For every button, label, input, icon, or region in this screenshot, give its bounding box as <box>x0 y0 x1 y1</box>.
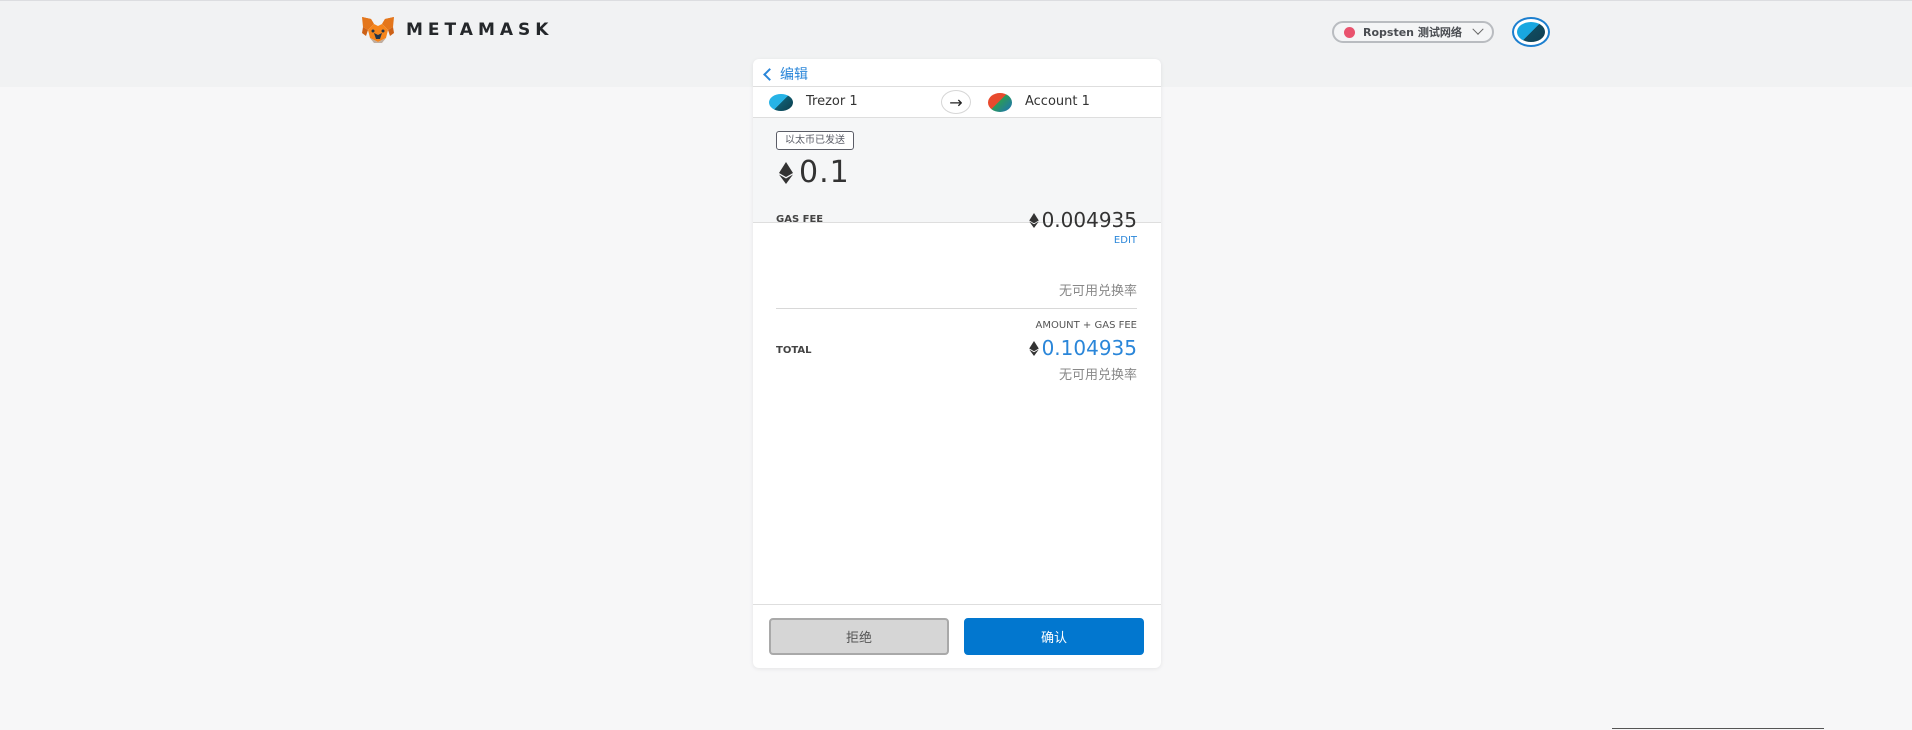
confirm-transaction-card: 编辑 Trezor 1 → Account 1 以太币已发送 0.1 EDIT … <box>753 59 1161 668</box>
confirm-button[interactable]: 确认 <box>964 618 1144 655</box>
back-label: 编辑 <box>780 67 808 83</box>
metamask-fox-icon <box>362 17 394 43</box>
send-amount-value: 0.1 <box>799 155 850 190</box>
total-amount: 0.104935 <box>1041 336 1137 360</box>
brand-wordmark: METAMASK <box>406 20 554 40</box>
total-label: TOTAL <box>776 345 812 356</box>
eth-icon <box>1028 340 1039 356</box>
chevron-down-icon <box>1472 23 1484 35</box>
sender-recipient-bar: Trezor 1 → Account 1 <box>753 86 1161 118</box>
divider <box>776 308 1137 309</box>
reject-button[interactable]: 拒绝 <box>769 618 949 655</box>
sender-name: Trezor 1 <box>806 94 858 109</box>
account-menu-avatar[interactable] <box>1512 17 1550 47</box>
eth-icon <box>1028 212 1039 228</box>
metamask-logo[interactable]: METAMASK <box>360 16 553 44</box>
gas-fee-value: 0.004935 <box>1028 208 1137 232</box>
recipient-identicon <box>988 93 1012 112</box>
chevron-left-icon <box>763 67 776 81</box>
edit-back-link[interactable]: 编辑 <box>763 64 808 84</box>
arrow-right-icon: → <box>941 90 971 114</box>
recipient-name: Account 1 <box>1025 94 1090 109</box>
network-label: Ropsten 测试网络 <box>1363 26 1462 39</box>
sender-identicon <box>769 94 793 111</box>
gas-edit-link[interactable]: EDIT <box>1114 235 1137 246</box>
action-footer: 拒绝 确认 <box>753 604 1161 668</box>
divider <box>1612 728 1824 729</box>
gas-fee-label: GAS FEE <box>776 214 824 225</box>
transaction-type-badge: 以太币已发送 <box>776 131 854 150</box>
gas-fee-fiat: 无可用兑换率 <box>1058 284 1137 299</box>
network-status-dot <box>1344 26 1355 38</box>
send-amount: 0.1 <box>779 155 850 190</box>
total-fiat: 无可用兑换率 <box>1058 368 1137 383</box>
network-selector[interactable]: Ropsten 测试网络 <box>1332 21 1494 43</box>
total-sublabel: AMOUNT + GAS FEE <box>1035 320 1138 331</box>
gas-fee-amount: 0.004935 <box>1041 208 1137 232</box>
identicon <box>1517 22 1545 42</box>
total-value: 0.104935 <box>1028 336 1137 360</box>
eth-icon <box>779 161 793 184</box>
